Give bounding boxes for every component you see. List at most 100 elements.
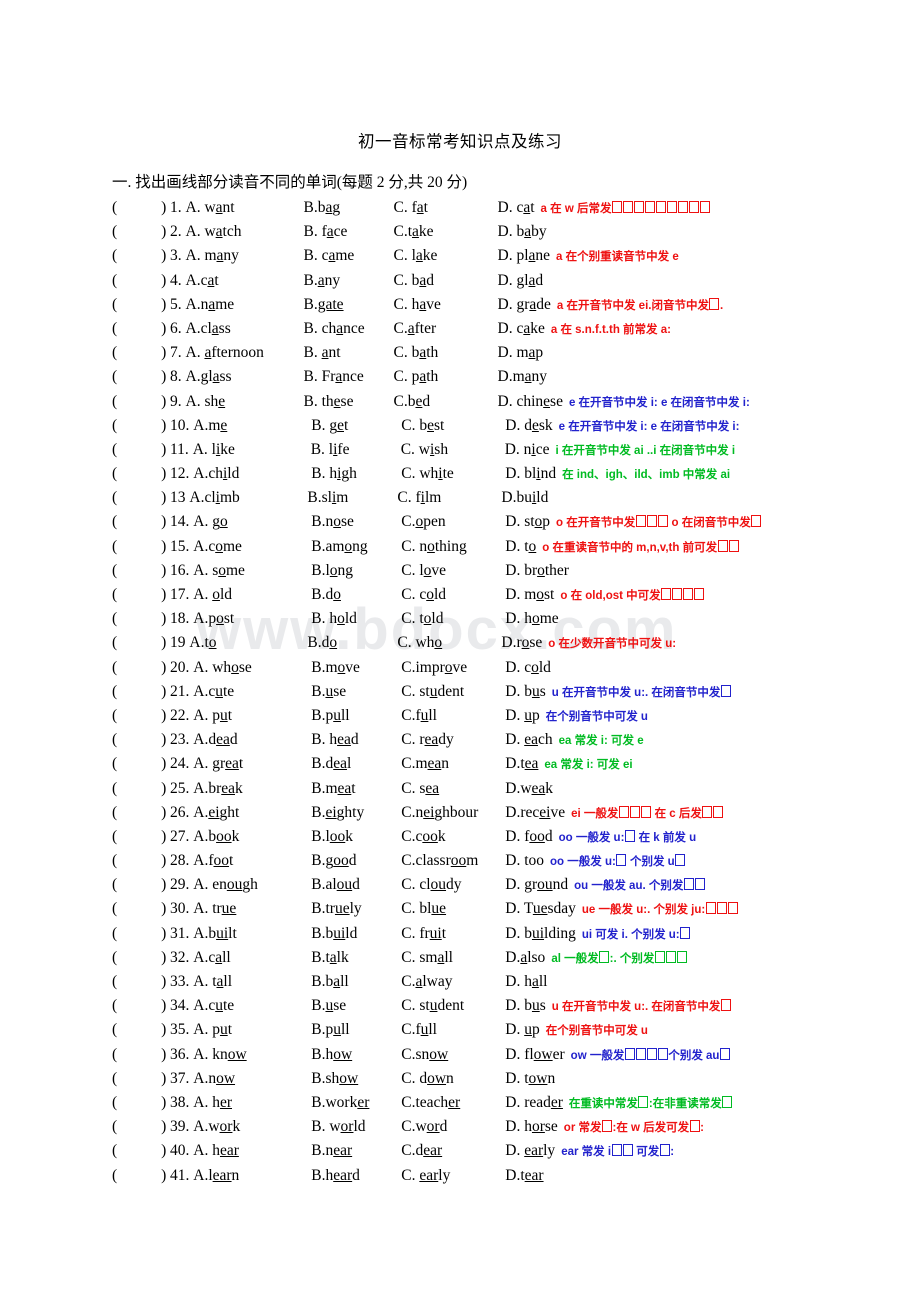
option-c[interactable]: C. nothing [401,535,505,559]
answer-blank[interactable]: () [112,1018,170,1042]
option-a[interactable]: A. she [186,390,304,414]
option-d[interactable]: D. chinese [498,390,563,414]
option-d[interactable]: D. grade [498,293,551,317]
option-a[interactable]: A.call [193,946,311,970]
option-d[interactable]: D. brother [505,559,569,583]
option-c[interactable]: C. told [401,607,505,631]
option-d[interactable]: D. cake [498,317,545,341]
option-a[interactable]: A.work [193,1115,311,1139]
option-a[interactable]: A.come [193,535,311,559]
answer-blank[interactable]: () [112,341,170,365]
option-a[interactable]: A.cat [186,269,304,293]
answer-blank[interactable]: () [112,970,170,994]
option-d[interactable]: D. stop [505,510,550,534]
option-b[interactable]: B.truely [311,897,401,921]
option-c[interactable]: C. early [401,1164,505,1188]
option-c[interactable]: C.mean [401,752,505,776]
answer-blank[interactable]: () [112,220,170,244]
option-c[interactable]: C.alway [401,970,505,994]
option-b[interactable]: B.use [311,994,401,1018]
option-c[interactable]: C. white [401,462,505,486]
answer-blank[interactable]: () [112,486,170,510]
option-b[interactable]: B.meat [311,777,401,801]
option-b[interactable]: B.do [311,583,401,607]
option-b[interactable]: B. hold [311,607,401,631]
option-b[interactable]: B.nose [311,510,401,534]
answer-blank[interactable]: () [112,583,170,607]
answer-blank[interactable]: () [112,680,170,704]
option-c[interactable]: C. small [401,946,505,970]
option-a[interactable]: A. know [193,1043,311,1067]
option-c[interactable]: C. student [401,680,505,704]
option-b[interactable]: B.among [311,535,401,559]
answer-blank[interactable]: () [112,510,170,534]
option-a[interactable]: A. some [193,559,311,583]
option-c[interactable]: C.cook [401,825,505,849]
option-d[interactable]: D. building [505,922,576,946]
option-a[interactable]: A.eight [193,801,311,825]
answer-blank[interactable]: () [112,1139,170,1163]
answer-blank[interactable]: () [112,994,170,1018]
answer-blank[interactable]: () [112,317,170,341]
option-b[interactable]: B. life [311,438,401,462]
option-d[interactable]: D.build [501,486,548,510]
option-b[interactable]: B. high [311,462,401,486]
answer-blank[interactable]: () [112,704,170,728]
option-a[interactable]: A.break [193,777,311,801]
option-c[interactable]: C.classroom [401,849,505,873]
answer-blank[interactable]: () [112,801,170,825]
option-d[interactable]: D. horse [505,1115,558,1139]
option-d[interactable]: D.rose [501,631,542,655]
answer-blank[interactable]: () [112,1164,170,1188]
option-a[interactable]: A.glass [186,365,304,389]
option-b[interactable]: B. head [311,728,401,752]
option-a[interactable]: A. whose [193,656,311,680]
option-a[interactable]: A.foot [193,849,311,873]
option-b[interactable]: B.aloud [311,873,401,897]
option-a[interactable]: A.climb [189,486,307,510]
option-a[interactable]: A. enough [193,873,311,897]
option-c[interactable]: C. ready [401,728,505,752]
option-b[interactable]: B. chance [304,317,394,341]
option-c[interactable]: C. sea [401,777,505,801]
option-d[interactable]: D. blind [505,462,556,486]
option-d[interactable]: D. each [505,728,552,752]
option-c[interactable]: C.full [401,704,505,728]
option-b[interactable]: B.good [311,849,401,873]
option-b[interactable]: B.worker [311,1091,401,1115]
option-d[interactable]: D. bus [505,994,546,1018]
option-c[interactable]: C.take [394,220,498,244]
option-c[interactable]: C. cloudy [401,873,505,897]
option-c[interactable]: C.open [401,510,505,534]
answer-blank[interactable]: () [112,946,170,970]
option-a[interactable]: A.book [193,825,311,849]
option-b[interactable]: B.pull [311,1018,401,1042]
option-b[interactable]: B.deal [311,752,401,776]
option-d[interactable]: D. baby [498,220,547,244]
option-d[interactable]: D. glad [498,269,544,293]
option-a[interactable]: A. true [193,897,311,921]
option-a[interactable]: A.to [189,631,307,655]
option-d[interactable]: D.receive [505,801,565,825]
option-b[interactable]: B.pull [311,704,401,728]
option-b[interactable]: B. France [304,365,394,389]
option-b[interactable]: B.near [311,1139,401,1163]
option-c[interactable]: C. blue [401,897,505,921]
option-d[interactable]: D. food [505,825,552,849]
option-d[interactable]: D. town [505,1067,555,1091]
option-b[interactable]: B. get [311,414,401,438]
option-c[interactable]: C. fat [394,196,498,220]
option-a[interactable]: A. hear [193,1139,311,1163]
option-a[interactable]: A.cute [193,994,311,1018]
option-d[interactable]: D. home [505,607,558,631]
option-b[interactable]: B.look [311,825,401,849]
option-c[interactable]: C. bath [394,341,498,365]
answer-blank[interactable]: () [112,293,170,317]
option-d[interactable]: D. bus [505,680,546,704]
option-b[interactable]: B. world [311,1115,401,1139]
option-c[interactable]: C. down [401,1067,505,1091]
option-b[interactable]: B.eighty [311,801,401,825]
option-a[interactable]: A.dead [193,728,311,752]
option-c[interactable]: C. film [397,486,501,510]
option-a[interactable]: A. watch [186,220,304,244]
